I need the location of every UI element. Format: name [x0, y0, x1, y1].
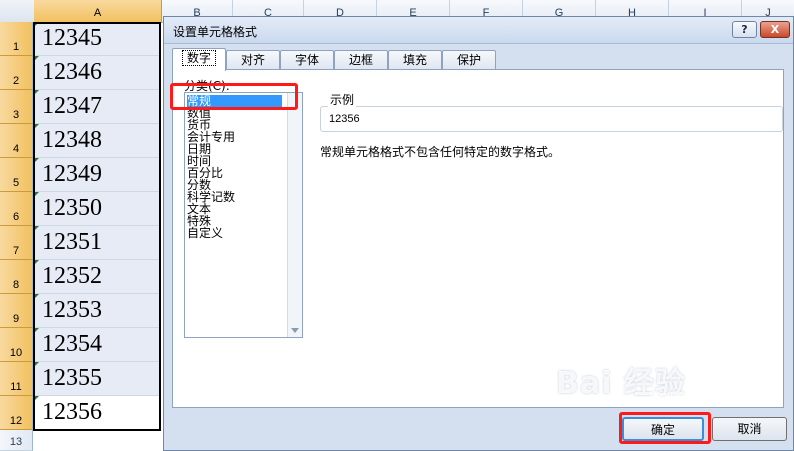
number-as-text-indicator-icon [34, 192, 39, 197]
category-list[interactable]: 常规 数值 货币 会计专用 日期 时间 百分比 分数 科学记数 文本 特殊 自定… [184, 92, 303, 338]
number-as-text-indicator-icon [34, 328, 39, 333]
row-header-6[interactable]: 6 [0, 192, 33, 226]
cell-a11[interactable]: 12355 [34, 362, 161, 396]
number-as-text-indicator-icon [34, 158, 39, 163]
baidu-watermark-url: jingyan.baidu.com [650, 390, 739, 402]
cell-a7[interactable]: 12351 [34, 226, 161, 260]
tab-border[interactable]: 边框 [334, 50, 388, 69]
number-as-text-indicator-icon [34, 362, 39, 367]
format-cells-dialog: 设置单元格格式 ? X 数字 对齐 字体 边框 填充 保护 分类(C): 常规 … [163, 16, 794, 451]
row-header-12[interactable]: 12 [0, 396, 33, 430]
cell-a4[interactable]: 12348 [34, 124, 161, 158]
tab-number[interactable]: 数字 [172, 48, 226, 71]
row-header-11[interactable]: 11 [0, 362, 33, 396]
cell-a6[interactable]: 12350 [34, 192, 161, 226]
row-header-5[interactable]: 5 [0, 158, 33, 192]
number-as-text-indicator-icon [34, 396, 39, 401]
select-all-corner[interactable] [0, 0, 35, 22]
tab-font[interactable]: 字体 [280, 50, 334, 69]
sample-group: 12356 示例 [320, 91, 783, 132]
cell-a8[interactable]: 12352 [34, 260, 161, 294]
number-as-text-indicator-icon [34, 22, 39, 27]
row-header-7[interactable]: 7 [0, 226, 33, 260]
tab-protection[interactable]: 保护 [442, 50, 496, 69]
row-header-8[interactable]: 8 [0, 260, 33, 294]
cell-a1[interactable]: 12345 [34, 22, 161, 56]
row-header-13[interactable]: 13 [0, 430, 33, 451]
cancel-button[interactable]: 取消 [712, 417, 787, 441]
dialog-title: 设置单元格格式 [173, 25, 258, 39]
row-header-9[interactable]: 9 [0, 294, 33, 328]
cell-a2[interactable]: 12346 [34, 56, 161, 90]
number-as-text-indicator-icon [34, 294, 39, 299]
number-tab-panel: 分类(C): 常规 数值 货币 会计专用 日期 时间 百分比 分数 科学记数 文… [172, 69, 784, 408]
number-as-text-indicator-icon [34, 56, 39, 61]
dialog-titlebar[interactable]: 设置单元格格式 ? X [164, 17, 793, 44]
cell-a5[interactable]: 12349 [34, 158, 161, 192]
cell-a3[interactable]: 12347 [34, 90, 161, 124]
tab-fill[interactable]: 填充 [388, 50, 442, 69]
cell-a9[interactable]: 12353 [34, 294, 161, 328]
sample-value: 12356 [329, 113, 360, 125]
cell-a12-active[interactable]: 12356 [34, 396, 161, 430]
number-as-text-indicator-icon [34, 226, 39, 231]
sample-label: 示例 [328, 91, 357, 108]
row-header-1[interactable]: 1 [0, 22, 33, 56]
tab-alignment[interactable]: 对齐 [226, 50, 280, 69]
category-item-custom[interactable]: 自定义 [187, 227, 223, 240]
row-header-10[interactable]: 10 [0, 328, 33, 362]
column-header-a[interactable]: A [34, 0, 162, 22]
number-as-text-indicator-icon [34, 260, 39, 265]
cell-a10[interactable]: 12354 [34, 328, 161, 362]
row-header-4[interactable]: 4 [0, 124, 33, 158]
scroll-down-icon[interactable] [291, 328, 299, 333]
ok-button[interactable]: 确定 [622, 417, 704, 441]
row-header-2[interactable]: 2 [0, 56, 33, 90]
help-button[interactable]: ? [732, 21, 757, 38]
row-header-3[interactable]: 3 [0, 90, 33, 124]
close-button[interactable]: X [760, 21, 790, 38]
number-as-text-indicator-icon [34, 124, 39, 129]
category-scrollbar[interactable] [287, 93, 302, 337]
number-as-text-indicator-icon [34, 90, 39, 95]
sample-box: 12356 [320, 106, 783, 132]
format-description: 常规单元格格式不包含任何特定的数字格式。 [320, 145, 561, 159]
